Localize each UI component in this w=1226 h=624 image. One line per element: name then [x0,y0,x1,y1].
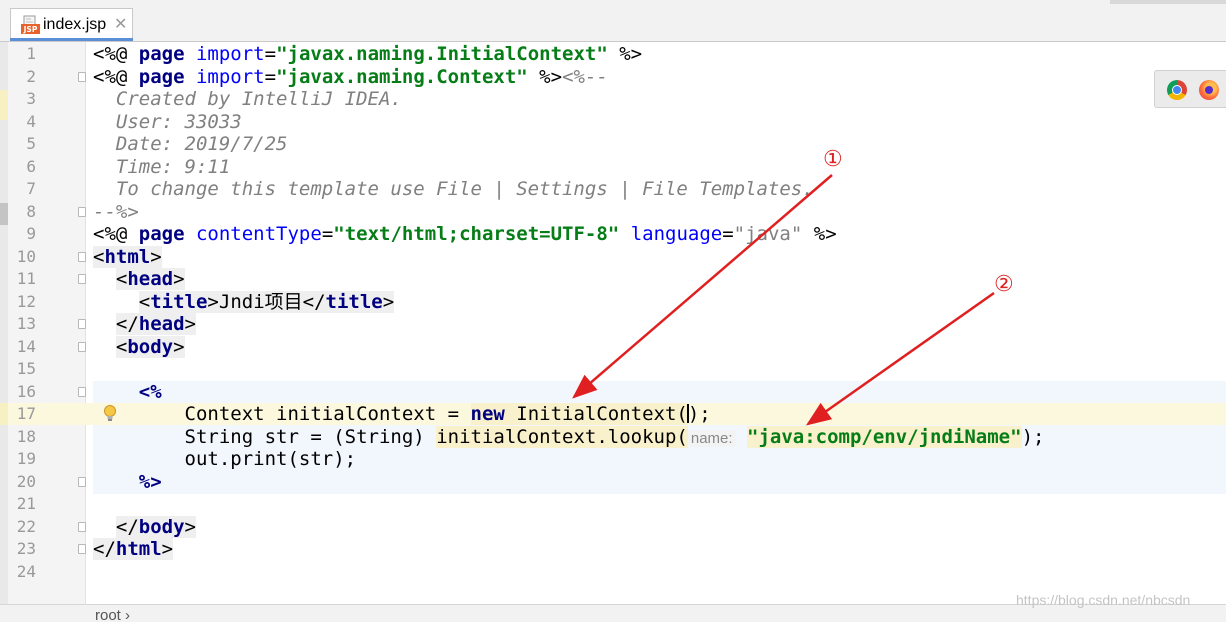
annotation-arrow-1 [572,174,833,399]
annotation-label-2: ② [994,272,1014,297]
watermark-text: https://blog.csdn.net/nbcsdn [1016,592,1191,608]
annotation-arrow-2 [805,291,995,426]
breadcrumb[interactable]: root › [95,607,130,624]
annotation-label-1: ① [823,147,843,172]
annotation-overlay [572,174,995,426]
